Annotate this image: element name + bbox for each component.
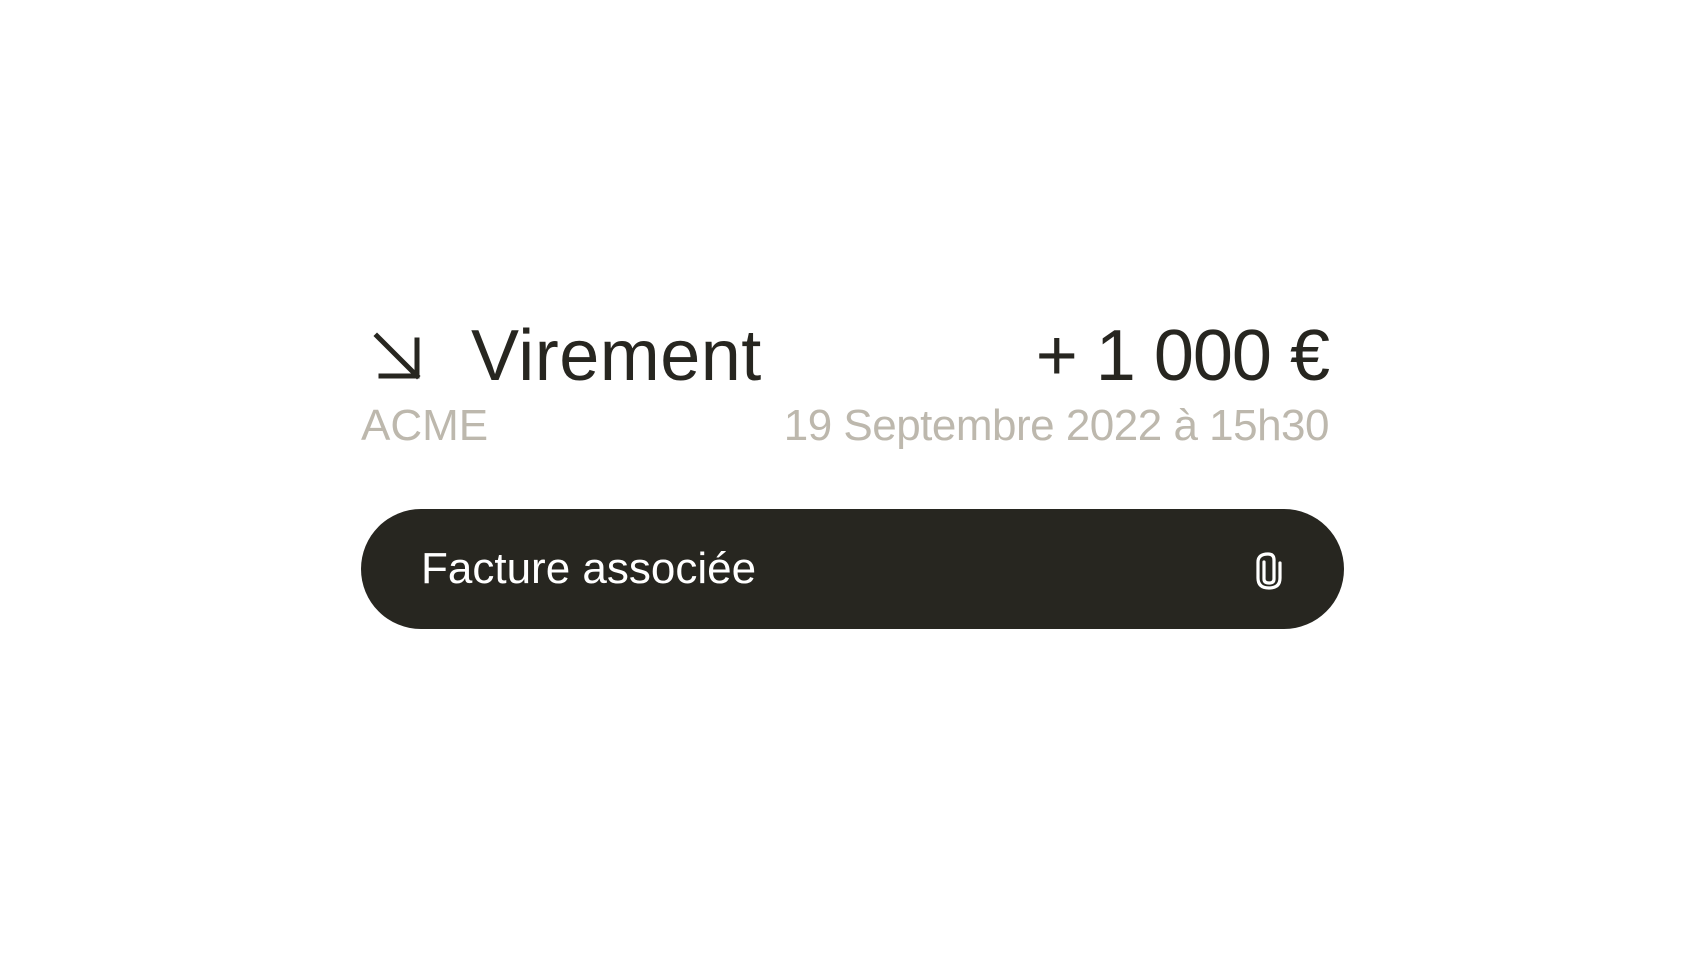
associated-invoice-button[interactable]: Facture associée — [361, 509, 1344, 629]
arrow-down-right-icon — [373, 332, 423, 382]
transaction-meta: ACME 19 Septembre 2022 à 15h30 — [361, 398, 1344, 454]
transaction-details: Virement + 1 000 € ACME 19 Septembre 202… — [361, 316, 1344, 454]
transaction-card: Virement + 1 000 € ACME 19 Septembre 202… — [0, 0, 1684, 960]
transaction-header: Virement + 1 000 € — [361, 316, 1344, 396]
counterparty-name: ACME — [361, 401, 489, 450]
paperclip-icon — [1252, 550, 1286, 590]
associated-invoice-label: Facture associée — [421, 544, 757, 593]
transaction-type: Virement — [471, 316, 762, 396]
transaction-amount: + 1 000 € — [1035, 316, 1330, 396]
transaction-datetime: 19 Septembre 2022 à 15h30 — [783, 401, 1330, 450]
